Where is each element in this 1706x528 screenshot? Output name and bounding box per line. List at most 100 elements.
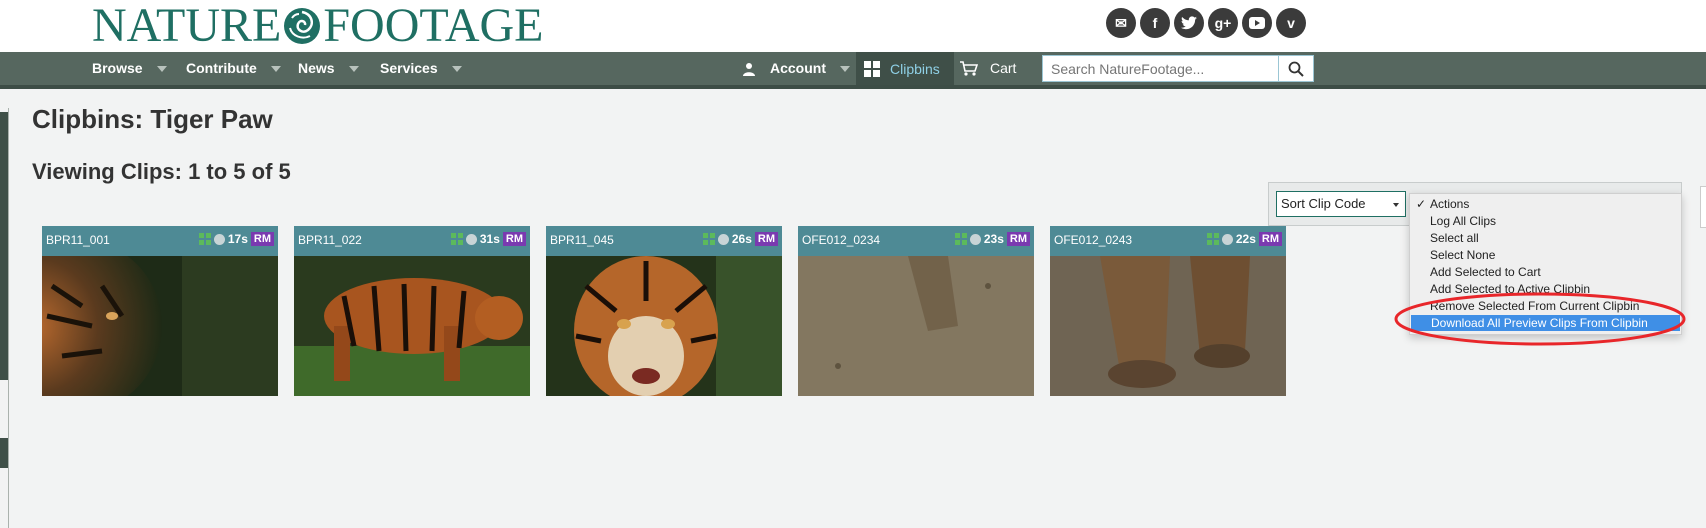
clip-meta: 22s RM [1206,232,1282,246]
nav-services-label: Services [380,60,438,76]
logo-text-footage: FOOTAGE [323,0,544,52]
nav-browse[interactable]: Browse [92,52,167,85]
chevron-down-icon [156,65,167,72]
scrollbar-marker [0,438,8,468]
menu-item-download-previews[interactable]: Download All Preview Clips From Clipbin [1411,315,1680,331]
clock-icon [213,233,225,245]
nav-account-label: Account [770,60,826,76]
clip-meta: 26s RM [702,232,778,246]
clip-code[interactable]: BPR11_001 [46,233,110,247]
chevron-down-icon [270,65,281,72]
panel-edge [1700,186,1706,228]
clip-header: BPR11_001 17s RM [42,226,278,256]
grid-icon[interactable] [954,233,967,245]
logo-swirl-icon [284,8,321,44]
clip-meta: 23s RM [954,232,1030,246]
menu-item-label: Add Selected to Cart [1430,265,1541,279]
clip-code[interactable]: OFE012_0243 [1054,233,1132,247]
menu-item-label: Select None [1430,248,1496,262]
clip-code[interactable]: BPR11_022 [298,233,362,247]
nav-cart-label: Cart [990,60,1017,76]
clip-duration: 31s [479,232,500,246]
license-badge: RM [1006,232,1030,246]
menu-item-select-none[interactable]: Select None [1410,247,1681,263]
email-icon[interactable]: ✉ [1106,8,1136,38]
clip-duration: 22s [1235,232,1256,246]
page-title: Clipbins: Tiger Paw [32,104,273,134]
clip-card[interactable]: BPR11_045 26s RM [546,226,782,396]
chevron-down-icon [451,65,462,72]
checkmark-icon: ✓ [1416,197,1427,211]
site-logo[interactable]: NATURE FOOTAGE [92,0,543,52]
clip-duration: 17s [227,232,248,246]
nav-contribute[interactable]: Contribute [186,52,281,85]
grid-icon[interactable] [702,233,715,245]
clip-thumbnail[interactable] [42,256,278,396]
clip-duration: 26s [731,232,752,246]
user-icon [743,62,755,76]
menu-item-actions[interactable]: ✓ Actions [1410,196,1681,212]
clip-card[interactable]: OFE012_0234 23s RM [798,226,1034,396]
nav-clipbins-label: Clipbins [890,60,940,77]
clock-icon [969,233,981,245]
grid-icon[interactable] [450,233,463,245]
clip-thumbnail[interactable] [294,256,530,396]
search-button[interactable] [1278,56,1313,81]
menu-item-add-to-active-clipbin[interactable]: Add Selected to Active Clipbin [1410,281,1681,297]
menu-item-log-all-clips[interactable]: Log All Clips [1410,213,1681,229]
menu-item-label: Log All Clips [1430,214,1497,228]
clip-duration: 23s [983,232,1004,246]
social-links: ✉ f g+ v [1106,8,1306,38]
grid-icon[interactable] [198,233,211,245]
menu-item-label: Add Selected to Active Clipbin [1430,282,1591,296]
clock-icon [1221,233,1233,245]
sort-select[interactable]: Sort Clip Code [1276,191,1406,217]
google-plus-icon[interactable]: g+ [1208,8,1238,38]
clock-icon [717,233,729,245]
scrollbar-thumb[interactable] [0,112,8,380]
clip-meta: 17s RM [198,232,274,246]
search-icon [1288,61,1304,77]
logo-text-nature: NATURE [92,0,282,52]
youtube-icon[interactable] [1242,8,1272,38]
license-badge: RM [1258,232,1282,246]
clock-icon [465,233,477,245]
nav-cart[interactable]: Cart [960,52,1016,85]
menu-item-label: Select all [1430,231,1479,245]
clip-code[interactable]: OFE012_0234 [802,233,880,247]
grid-icon[interactable] [1206,233,1219,245]
clip-thumbnail[interactable] [798,256,1034,396]
clip-card[interactable]: BPR11_001 17s RM [42,226,278,396]
nav-account[interactable]: Account [742,52,850,85]
clip-header: OFE012_0243 22s RM [1050,226,1286,256]
nav-clipbins[interactable]: Clipbins [856,52,954,85]
menu-item-remove-from-clipbin[interactable]: Remove Selected From Current Clipbin [1410,298,1681,314]
vimeo-icon[interactable]: v [1276,8,1306,38]
nav-news-label: News [298,60,335,76]
menu-item-label: Download All Preview Clips From Clipbin [1431,316,1648,330]
clip-card[interactable]: OFE012_0243 22s RM [1050,226,1286,396]
left-scroll-strip[interactable] [0,108,9,528]
divider [8,108,9,528]
main-nav: Browse Contribute News Services Account … [0,52,1706,89]
grid-icon [864,60,880,77]
chevron-down-icon [348,65,359,72]
nav-contribute-label: Contribute [186,60,257,76]
license-badge: RM [250,232,274,246]
menu-item-add-to-cart[interactable]: Add Selected to Cart [1410,264,1681,280]
clip-code[interactable]: BPR11_045 [550,233,614,247]
clip-thumbnail[interactable] [1050,256,1286,396]
clip-card[interactable]: BPR11_022 31s RM [294,226,530,396]
clip-header: BPR11_022 31s RM [294,226,530,256]
clip-thumbnail[interactable] [546,256,782,396]
license-badge: RM [754,232,778,246]
top-bar: NATURE FOOTAGE ✉ f g+ v [0,0,1706,52]
actions-dropdown-menu: ✓ Actions Log All Clips Select all Selec… [1409,193,1682,335]
twitter-icon[interactable] [1174,8,1204,38]
nav-news[interactable]: News [298,52,359,85]
search-input[interactable] [1043,56,1278,81]
chevron-down-icon [840,65,850,72]
facebook-icon[interactable]: f [1140,8,1170,38]
nav-services[interactable]: Services [380,52,462,85]
menu-item-select-all[interactable]: Select all [1410,230,1681,246]
